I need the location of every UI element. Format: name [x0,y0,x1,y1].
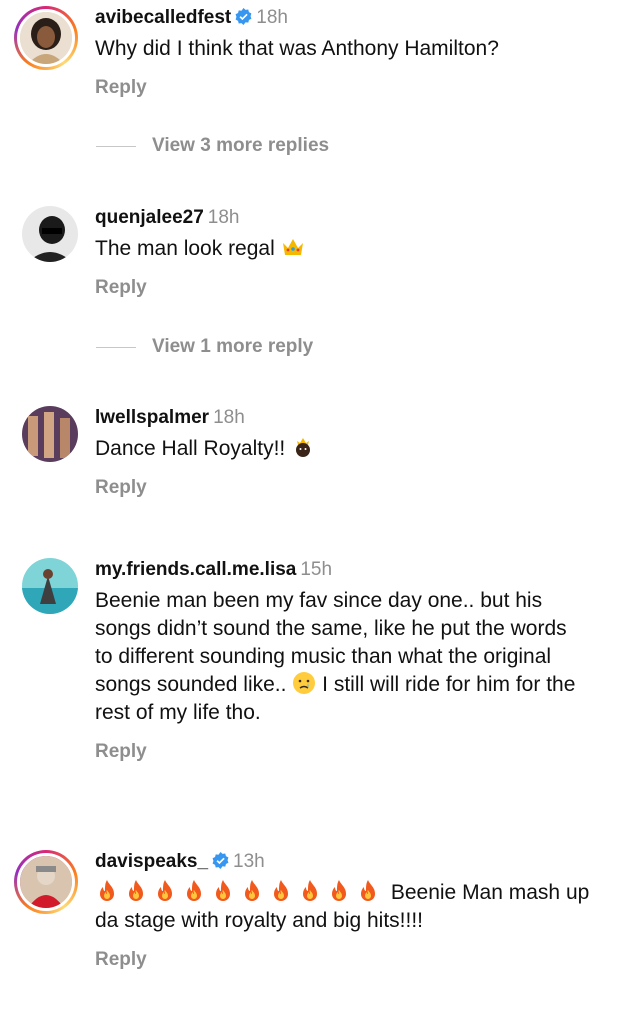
avatar [22,206,78,262]
fire-emoji-row [95,880,385,904]
comment-text-row: The man look regal [95,235,606,263]
avatar-wrap[interactable] [22,558,78,614]
crying-face-icon [293,672,316,694]
comment-text: Why did I think that was Anthony Hamilto… [95,37,499,60]
view-more-replies[interactable]: View 3 more replies [96,134,329,158]
fire-icon [274,880,288,901]
fire-icon [216,880,230,901]
timestamp: 15h [300,559,333,580]
reply-button[interactable]: Reply [95,477,147,499]
person-with-crown-icon [296,438,311,457]
username[interactable]: my.friends.call.me.lisa [95,559,296,580]
fire-icon [332,880,346,901]
fire-icon [361,880,375,901]
view-more-label[interactable]: View 3 more replies [152,135,329,157]
fire-icon [158,880,172,901]
view-more-label[interactable]: View 1 more reply [152,336,313,358]
timestamp: 13h [233,851,265,872]
timestamp: 18h [256,7,288,28]
avatar-wrap[interactable] [22,406,78,462]
timestamp: 18h [213,407,245,428]
avatar [17,853,75,911]
username[interactable]: davispeaks_ [95,851,208,872]
divider [96,145,136,147]
avatar [22,558,78,614]
reply-button[interactable]: Reply [95,949,147,971]
username[interactable]: lwellspalmer [95,407,209,428]
comment-text: Dance Hall Royalty!! [95,437,286,460]
username[interactable]: quenjalee27 [95,207,204,228]
comment-text: The man look regal [95,237,275,260]
avatar-story-ring[interactable] [14,850,78,914]
fire-icon [129,880,143,901]
avatar [17,9,75,67]
fire-icon [245,880,259,901]
comment-text-block: Beenie Man mash up da stage with royalty… [95,879,595,935]
verified-badge-icon [212,852,229,869]
username[interactable]: avibecalledfest [95,7,231,28]
reply-button[interactable]: Reply [95,277,147,299]
comment-text-row: Dance Hall Royalty!! [95,435,606,463]
reply-button[interactable]: Reply [95,741,147,763]
verified-badge-icon [235,8,252,25]
divider [96,346,136,348]
reply-button[interactable]: Reply [95,77,147,99]
comment-text-block: Beenie man been my fav since day one.. b… [95,587,585,727]
avatar-wrap[interactable] [22,206,78,262]
fire-icon [303,880,317,901]
avatar [22,406,78,462]
view-more-replies[interactable]: View 1 more reply [96,335,313,359]
fire-icon [187,880,201,901]
fire-icon [100,880,114,901]
avatar-story-ring[interactable] [14,6,78,70]
crown-icon [282,239,303,255]
timestamp: 18h [207,207,240,228]
